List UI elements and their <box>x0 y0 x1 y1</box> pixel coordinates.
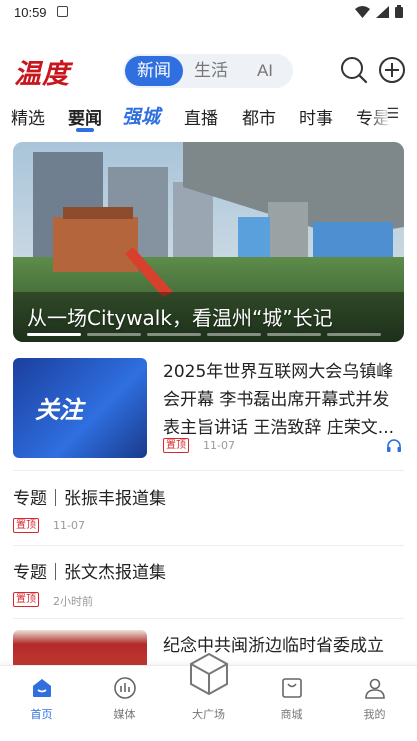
tab-current-affairs[interactable]: 时事 <box>299 104 333 129</box>
battery-icon <box>395 5 403 18</box>
active-tab-indicator <box>76 128 94 132</box>
mall-icon <box>282 678 302 698</box>
news-thumbnail <box>13 630 147 670</box>
nav-label: 首页 <box>30 708 53 721</box>
status-bar: 10:59 <box>0 0 417 26</box>
nav-media[interactable]: 媒体 <box>83 666 166 741</box>
news-item[interactable]: 关注 2025年世界互联网大会乌镇峰会开幕 李书磊出席开幕式并发表主旨讲话 王浩… <box>13 358 404 458</box>
divider <box>13 618 404 619</box>
status-icons <box>355 5 403 18</box>
topic-date: 2小时前 <box>53 595 93 608</box>
add-icon[interactable] <box>378 56 406 84</box>
news-title: 2025年世界互联网大会乌镇峰会开幕 李书磊出席开幕式并发表主旨讲话 王浩致辞 … <box>163 362 395 438</box>
cube-icon <box>190 652 228 696</box>
segment-life[interactable]: 生活 <box>185 54 237 88</box>
banner-pager <box>27 333 381 336</box>
nav-mall[interactable]: 商城 <box>250 666 333 741</box>
thumbnail-text: 关注 <box>35 395 83 424</box>
segment-ai[interactable]: AI <box>239 54 291 88</box>
banner-title: 从一场Citywalk，看温州“城”长记 <box>27 306 333 330</box>
pager-dot <box>87 333 141 336</box>
pager-dot <box>27 333 81 336</box>
pager-dot <box>207 333 261 336</box>
tab-live[interactable]: 直播 <box>184 104 218 129</box>
bottom-navigation: 首页 媒体 大广场 商城 我的 <box>0 652 417 741</box>
category-tabs: 精选 要闻 强城 直播 都市 时事 专是 ☰ <box>0 100 417 134</box>
news-thumbnail: 关注 <box>13 358 147 458</box>
user-icon <box>365 678 385 699</box>
status-time: 10:59 <box>14 5 47 20</box>
pager-dot <box>267 333 321 336</box>
divider <box>13 470 404 471</box>
news-date: 11-07 <box>203 439 235 452</box>
tab-strong-city[interactable]: 强城 <box>122 102 160 129</box>
pinned-badge: 置顶 <box>13 518 39 533</box>
tab-headlines[interactable]: 要闻 <box>68 104 102 129</box>
topic-title: 专题｜张振丰报道集 <box>13 489 166 509</box>
pager-dot <box>147 333 201 336</box>
nav-profile[interactable]: 我的 <box>333 666 416 741</box>
search-icon[interactable] <box>340 56 368 84</box>
hero-banner[interactable]: 从一场Citywalk，看温州“城”长记 <box>13 142 404 342</box>
menu-icon: ☰ <box>386 106 399 122</box>
pinned-badge: 置顶 <box>163 438 189 453</box>
topic-item[interactable]: 专题｜张文杰报道集 置顶 2小时前 <box>13 558 404 608</box>
wifi-icon <box>355 5 370 18</box>
channel-switcher: 新闻 生活 AI <box>123 54 293 88</box>
nav-label: 商城 <box>280 708 303 721</box>
tab-city[interactable]: 都市 <box>242 104 276 129</box>
topic-title: 专题｜张文杰报道集 <box>13 563 166 583</box>
nav-label: 媒体 <box>113 708 136 721</box>
media-icon <box>114 677 136 699</box>
signal-icon <box>376 5 389 18</box>
topic-date: 11-07 <box>53 519 85 532</box>
nav-plaza[interactable]: 大广场 <box>167 652 250 741</box>
headphones-icon[interactable] <box>386 438 402 453</box>
home-icon <box>33 679 51 697</box>
tab-featured[interactable]: 精选 <box>11 104 45 129</box>
tabs-more-button[interactable]: ☰ <box>373 100 417 134</box>
divider <box>13 545 404 546</box>
segment-news[interactable]: 新闻 <box>125 56 183 86</box>
topic-item[interactable]: 专题｜张振丰报道集 置顶 11-07 <box>13 484 404 534</box>
pager-dot <box>327 333 381 336</box>
nav-label: 大广场 <box>192 708 225 721</box>
app-header: 温度 新闻 生活 AI <box>0 50 417 94</box>
sim-icon <box>57 6 68 17</box>
pinned-badge: 置顶 <box>13 592 39 607</box>
app-logo[interactable]: 温度 <box>14 52 70 91</box>
nav-label: 我的 <box>363 708 386 721</box>
nav-home[interactable]: 首页 <box>0 666 83 741</box>
